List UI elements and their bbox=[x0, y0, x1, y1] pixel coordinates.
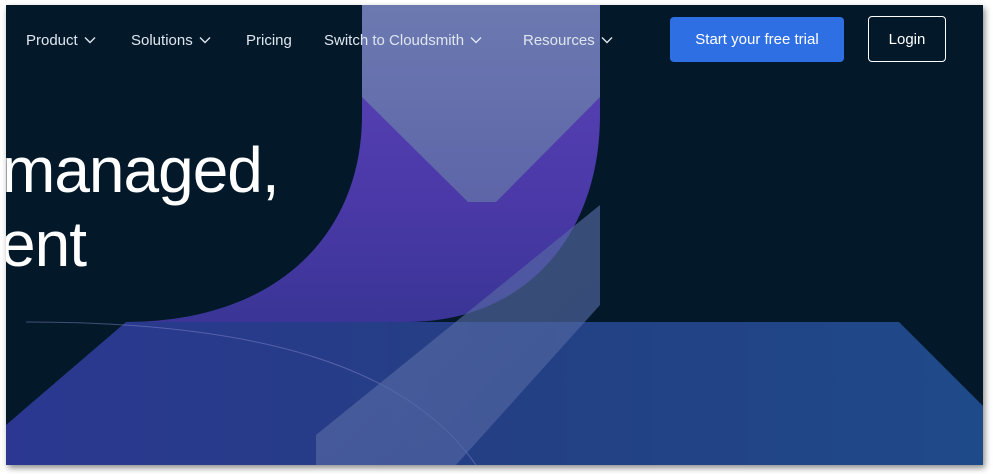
hero-headline-line-2: ent bbox=[6, 208, 87, 280]
browser-viewport: Product Solutions Pricing Switch to Clou… bbox=[6, 5, 983, 465]
nav-item-resources[interactable]: Resources bbox=[523, 29, 613, 51]
nav-item-product[interactable]: Product bbox=[26, 29, 96, 51]
chevron-down-icon bbox=[84, 37, 96, 44]
nav-item-label: Product bbox=[26, 31, 78, 49]
nav-item-pricing[interactable]: Pricing bbox=[246, 29, 292, 51]
nav-item-switch-to-cloudsmith[interactable]: Switch to Cloudsmith bbox=[324, 29, 482, 51]
chevron-down-icon bbox=[470, 37, 482, 44]
chevron-down-icon bbox=[601, 37, 613, 44]
hero-headline-line-1: managed, bbox=[6, 134, 280, 206]
nav-item-label: Resources bbox=[523, 31, 595, 49]
nav-item-label: Switch to Cloudsmith bbox=[324, 31, 465, 49]
nav-item-label: Solutions bbox=[131, 31, 193, 49]
nav-item-solutions[interactable]: Solutions bbox=[131, 29, 211, 51]
start-free-trial-button[interactable]: Start your free trial bbox=[670, 17, 844, 62]
login-button[interactable]: Login bbox=[868, 16, 946, 62]
top-navigation: Product Solutions Pricing Switch to Clou… bbox=[6, 5, 983, 75]
nav-item-label: Pricing bbox=[246, 31, 292, 49]
chevron-down-icon bbox=[199, 37, 211, 44]
